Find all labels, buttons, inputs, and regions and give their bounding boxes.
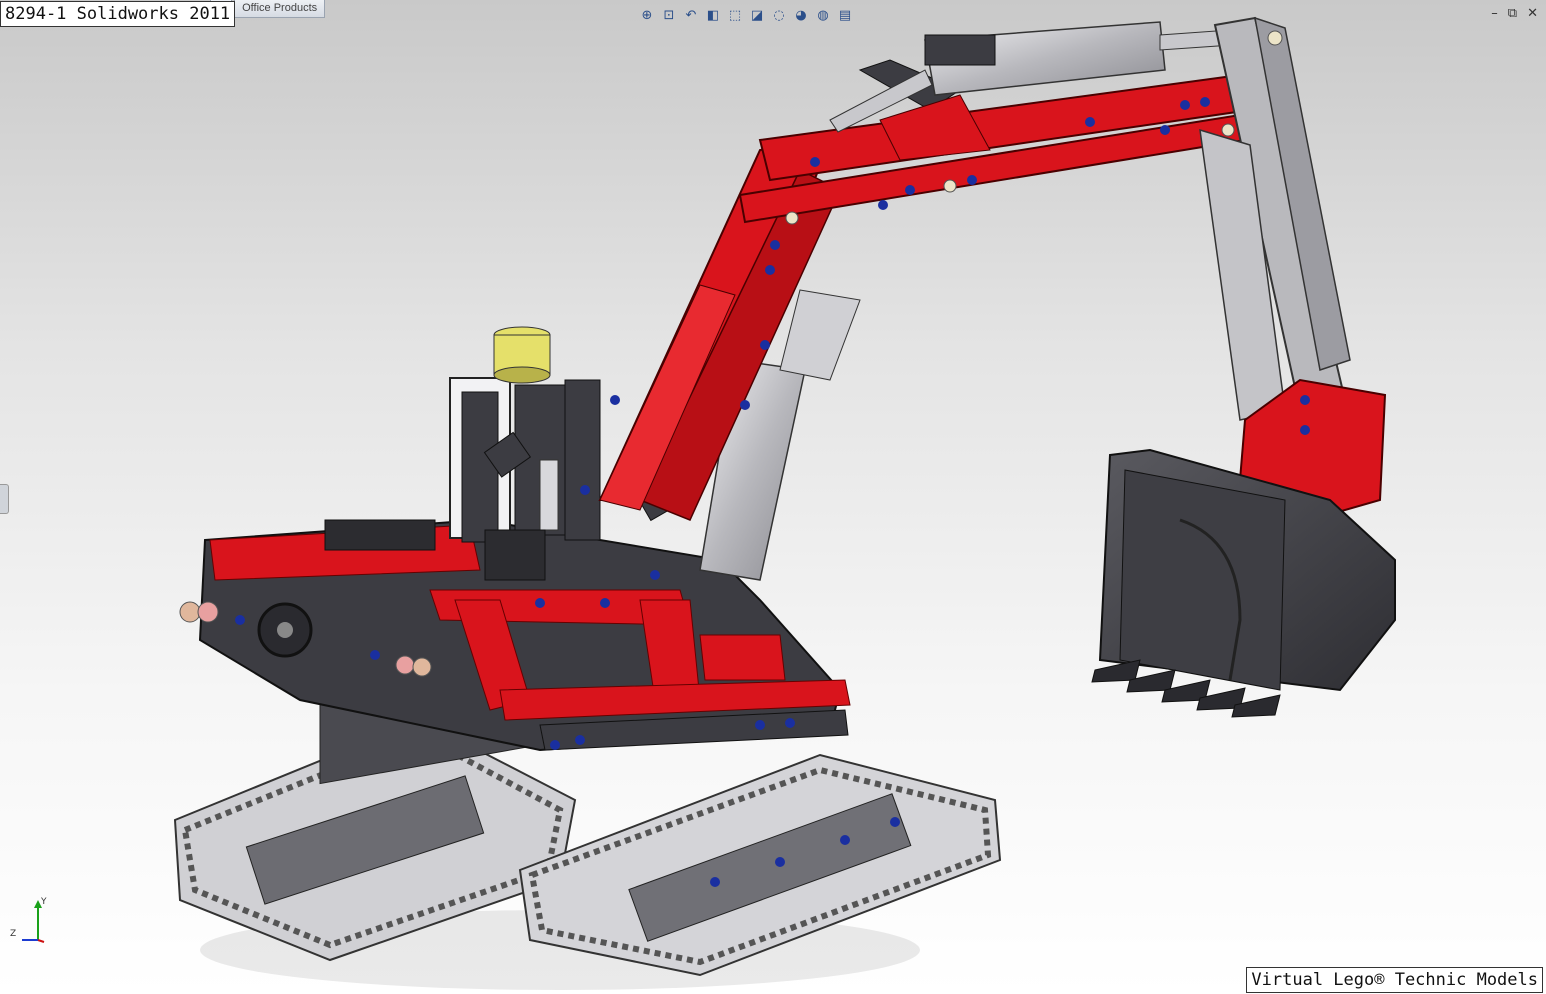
close-icon[interactable]: ✕	[1527, 6, 1538, 21]
view-settings-icon[interactable]: ▤	[836, 6, 854, 24]
graphics-viewport[interactable]: e Office Products 8294-1 Solidworks 2011…	[0, 0, 1546, 994]
zoom-to-fit-icon[interactable]: ⊕	[638, 6, 656, 24]
display-style-icon[interactable]: ◪	[748, 6, 766, 24]
hide-show-items-icon[interactable]: ◌	[770, 6, 788, 24]
document-title: 8294-1 Solidworks 2011	[0, 1, 236, 27]
feature-manager-toggle-handle[interactable]	[0, 484, 9, 514]
reference-triad: Z Y	[10, 897, 47, 943]
view-orientation-icon[interactable]: ⬚	[726, 6, 744, 24]
excavator-model[interactable]	[0, 0, 1546, 994]
restore-icon[interactable]: ⧉	[1508, 6, 1517, 21]
minimize-icon[interactable]: –	[1491, 6, 1498, 21]
right-track	[518, 753, 1002, 977]
triad-z-label: Z	[10, 929, 16, 939]
edit-appearance-icon[interactable]: ◕	[792, 6, 810, 24]
apply-scene-icon[interactable]: ◍	[814, 6, 832, 24]
zoom-to-area-icon[interactable]: ⊡	[660, 6, 678, 24]
tab-office-products[interactable]: Office Products	[234, 0, 326, 18]
triad-y-label: Y	[40, 897, 47, 907]
previous-view-icon[interactable]: ↶	[682, 6, 700, 24]
heads-up-view-toolbar: ⊕ ⊡ ↶ ◧ ⬚ ◪ ◌ ◕ ◍ ▤	[638, 4, 854, 26]
footer-caption: Virtual Lego® Technic Models	[1246, 967, 1543, 993]
window-controls: – ⧉ ✕	[1491, 6, 1538, 21]
section-view-icon[interactable]: ◧	[704, 6, 722, 24]
